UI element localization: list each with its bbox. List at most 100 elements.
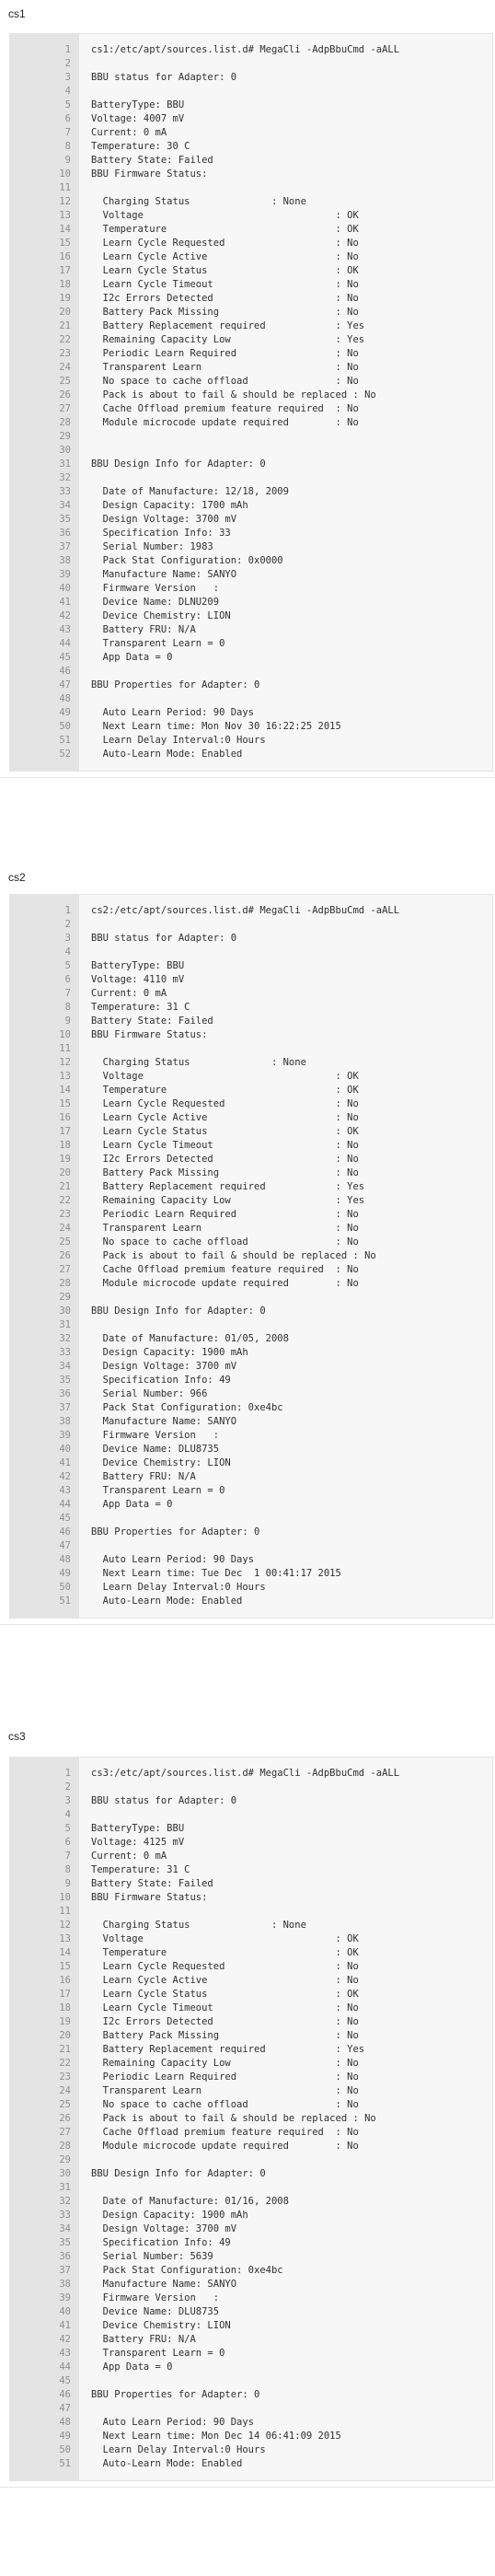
code-lines: 1 cs2:/etc/apt/sources.list.d# MegaCli -A…	[10, 904, 492, 1608]
line-number: 10	[59, 168, 71, 180]
line-number: 15	[59, 1961, 71, 1972]
line-number: 6	[64, 113, 71, 124]
line-number: 24	[59, 2085, 71, 2096]
code-text: Date of Manufacture: 01/05, 2008	[91, 1333, 289, 1344]
code-text: BBU Design Info for Adapter: 0	[91, 2168, 266, 2179]
line-number: 7	[64, 988, 71, 999]
code-line: 38 Manufacture Name: SANYO	[10, 2278, 492, 2292]
line-number: 18	[59, 1140, 71, 1151]
code-line: 5 BatteryType: BBU	[10, 1822, 492, 1836]
code-line: 50 Learn Delay Interval:0 Hours	[10, 1581, 492, 1595]
code-text: Learn Cycle Timeout : No	[91, 1140, 359, 1151]
code-text: Voltage : OK	[91, 1071, 359, 1082]
line-number: 37	[59, 2265, 71, 2276]
code-text: Firmware Version :	[91, 1430, 220, 1441]
line-number: 30	[59, 2168, 71, 2179]
code-line: 44 App Data = 0	[10, 1498, 492, 1512]
code-line: 14 Temperature : OK	[10, 1946, 492, 1960]
line-number: 16	[59, 1975, 71, 1986]
code-text: Device Name: DLNU209	[91, 597, 220, 608]
line-number: 33	[59, 486, 71, 497]
code-block[interactable]: 1 cs2:/etc/apt/sources.list.d# MegaCli -A…	[9, 894, 493, 1619]
line-number: 2	[64, 1781, 71, 1793]
code-text: BBU Firmware Status:	[91, 1892, 208, 1903]
code-line: 49 Next Learn time: Mon Dec 14 06:41:09 …	[10, 2430, 492, 2443]
line-number: 24	[59, 362, 71, 373]
line-number: 34	[59, 500, 71, 511]
line-number: 30	[59, 445, 71, 456]
code-line: 34 Design Voltage: 3700 mV	[10, 1360, 492, 1374]
line-number: 47	[59, 1540, 71, 1551]
section-title: cs1	[8, 7, 26, 20]
code-text: Transparent Learn : No	[91, 2085, 359, 2096]
code-line: 26 Pack is about to fail & should be rep…	[10, 2112, 492, 2126]
line-number: 51	[59, 735, 71, 746]
code-line: 28 Module microcode update required : No	[10, 416, 492, 430]
code-text: Specification Info: 49	[91, 2237, 231, 2248]
code-line: 8 Temperature: 30 C	[10, 140, 492, 154]
code-text: Temperature : OK	[91, 1947, 359, 1958]
code-line: 27 Cache Offload premium feature require…	[10, 1263, 492, 1277]
code-line: 49 Next Learn time: Tue Dec 1 00:41:17 2…	[10, 1567, 492, 1581]
code-line: 10 BBU Firmware Status:	[10, 1028, 492, 1042]
code-line: 15 Learn Cycle Requested : No	[10, 1960, 492, 1974]
code-block[interactable]: 1 cs1:/etc/apt/sources.list.d# MegaCli -A…	[9, 33, 493, 772]
code-line: 11	[10, 1905, 492, 1919]
line-number: 9	[64, 1878, 71, 1889]
code-line: 12 Charging Status : None	[10, 1919, 492, 1932]
code-line: 2	[10, 918, 492, 932]
line-number: 10	[59, 1029, 71, 1040]
line-number: 11	[59, 182, 71, 193]
code-line: 4	[10, 946, 492, 959]
code-line: 34 Design Capacity: 1700 mAh	[10, 499, 492, 513]
code-text: Transparent Learn : No	[91, 362, 359, 373]
code-line: 51 Auto-Learn Mode: Enabled	[10, 1595, 492, 1608]
line-number: 31	[59, 458, 71, 470]
line-number: 8	[64, 141, 71, 152]
line-number: 29	[59, 1292, 71, 1303]
line-number: 23	[59, 348, 71, 359]
code-text: Charging Status : None	[91, 1057, 306, 1068]
line-number: 10	[59, 1892, 71, 1903]
code-text: Remaining Capacity Low : Yes	[91, 1195, 365, 1206]
code-line: 30	[10, 444, 492, 458]
code-line: 8 Temperature: 31 C	[10, 1863, 492, 1877]
code-block[interactable]: 1 cs3:/etc/apt/sources.list.d# MegaCli -A…	[9, 1757, 493, 2481]
code-line: 15 Learn Cycle Requested : No	[10, 237, 492, 250]
code-text: Charging Status : None	[91, 196, 306, 207]
code-line: 3 BBU status for Adapter: 0	[10, 1794, 492, 1808]
code-line: 30 BBU Design Info for Adapter: 0	[10, 2167, 492, 2181]
code-line: 51 Auto-Learn Mode: Enabled	[10, 2457, 492, 2471]
line-number: 23	[59, 1209, 71, 1220]
line-number: 12	[59, 196, 71, 207]
code-text: Serial Number: 966	[91, 1388, 208, 1399]
code-line: 39 Firmware Version :	[10, 1429, 492, 1443]
code-line: 37 Serial Number: 1983	[10, 540, 492, 554]
section-divider	[0, 1624, 495, 1625]
code-text: Learn Delay Interval:0 Hours	[91, 735, 266, 746]
line-number: 42	[59, 1471, 71, 1482]
line-number: 28	[59, 417, 71, 428]
line-number: 12	[59, 1057, 71, 1068]
code-text: Learn Cycle Status : OK	[91, 1989, 359, 2000]
code-text: Learn Cycle Status : OK	[91, 265, 359, 276]
code-line: 28 Module microcode update required : No	[10, 1277, 492, 1291]
code-line: 45	[10, 1512, 492, 1526]
line-number: 50	[59, 1582, 71, 1593]
code-text: Periodic Learn Required : No	[91, 1209, 359, 1220]
code-text: BatteryType: BBU	[91, 99, 185, 110]
code-line: 36 Specification Info: 33	[10, 527, 492, 540]
line-number: 5	[64, 99, 71, 110]
code-line: 16 Learn Cycle Active : No	[10, 1111, 492, 1125]
code-line: 29	[10, 430, 492, 444]
code-line: 3 BBU status for Adapter: 0	[10, 932, 492, 946]
code-text: Current: 0 mA	[91, 1851, 167, 1862]
code-text: Voltage: 4007 mV	[91, 113, 185, 124]
code-text: Learn Delay Interval:0 Hours	[91, 1582, 266, 1593]
code-line: 19 I2c Errors Detected : No	[10, 292, 492, 306]
code-line: 28 Module microcode update required : No	[10, 2140, 492, 2153]
code-line: 48 Auto Learn Period: 90 Days	[10, 1553, 492, 1567]
code-text: cs1:/etc/apt/sources.list.d# MegaCli -Ad…	[91, 44, 400, 55]
line-number: 41	[59, 597, 71, 608]
code-line: 43 Battery FRU: N/A	[10, 623, 492, 637]
